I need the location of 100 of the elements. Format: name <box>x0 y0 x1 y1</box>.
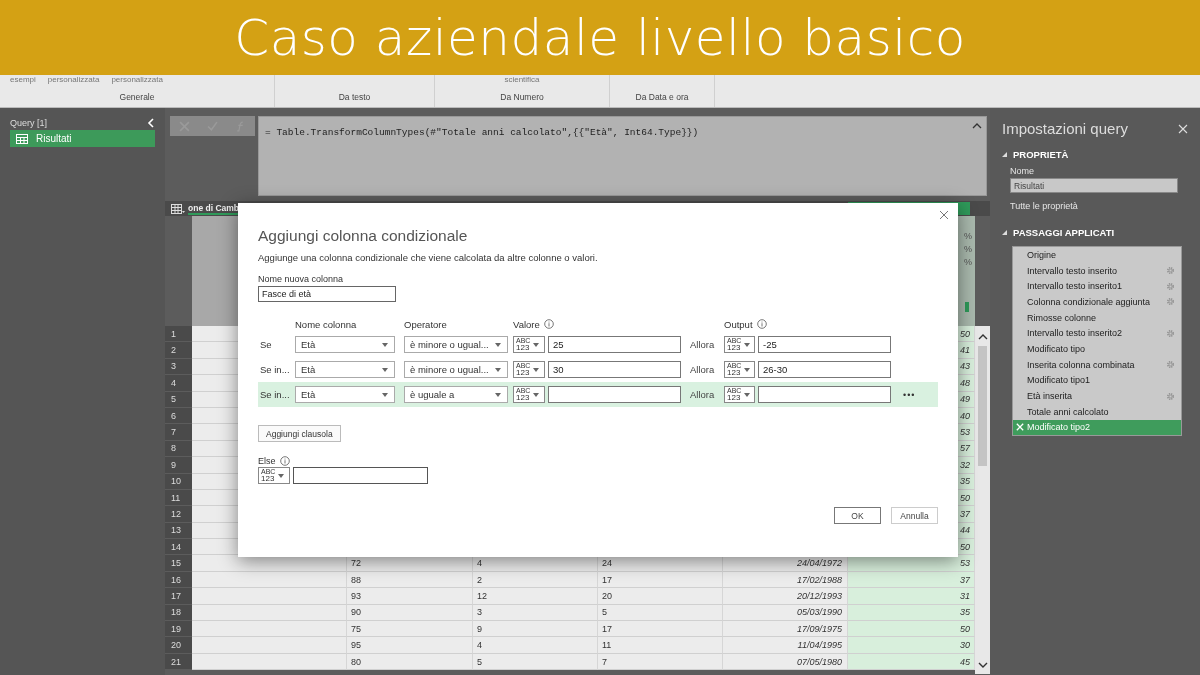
row-number: 7 <box>165 424 192 441</box>
table-icon <box>16 133 28 144</box>
delete-icon[interactable] <box>1016 423 1024 432</box>
table-cell: 9 <box>473 621 598 638</box>
table-cell: 17/09/1975 <box>723 621 848 638</box>
caret-icon <box>495 342 501 347</box>
ribbon-group-label: Da Data e ora <box>635 92 689 102</box>
formula-text: = Table.TransformColumnTypes(#"Totale anni calcolato",{{"Età", Int64.Type}}) <box>265 127 699 138</box>
value-field[interactable] <box>548 386 681 403</box>
applied-step[interactable]: Intervallo testo inserito2 <box>1013 325 1181 342</box>
caret-icon <box>744 392 751 397</box>
table-cell: 4 <box>473 637 598 654</box>
info-icon <box>279 456 290 466</box>
value-field[interactable]: 25 <box>548 336 681 353</box>
table-cell: 11 <box>598 637 723 654</box>
table-cell: 11/04/1995 <box>723 637 848 654</box>
row-number: 20 <box>165 637 192 654</box>
scroll-down-icon[interactable] <box>977 662 988 669</box>
operator-dropdown[interactable]: è minore o ugual... <box>404 361 508 378</box>
applied-step[interactable]: Colonna condizionale aggiunta <box>1013 294 1181 310</box>
applied-step[interactable]: Totale anni calcolato <box>1013 403 1181 420</box>
operator-dropdown[interactable]: è uguale a <box>404 386 508 403</box>
value-field[interactable]: 30 <box>548 361 681 378</box>
caret-icon <box>495 367 501 372</box>
column-dropdown[interactable]: Età <box>295 361 395 378</box>
ribbon-group-label: Da Numero <box>500 92 544 102</box>
applied-step[interactable]: Origine <box>1013 247 1181 263</box>
row-number: 4 <box>165 375 192 392</box>
panel-title: Impostazioni query <box>1002 120 1128 137</box>
add-clause-button[interactable]: Aggiungi clausola <box>258 425 341 442</box>
table-cell: 17 <box>598 621 723 638</box>
applied-step[interactable]: Inserita colonna combinata <box>1013 356 1181 373</box>
else-field[interactable] <box>293 467 428 484</box>
table-menu-icon[interactable] <box>171 203 185 214</box>
more-button[interactable]: ••• <box>903 389 916 400</box>
applied-step[interactable]: Intervallo testo inserito <box>1013 262 1181 279</box>
applied-step[interactable]: Rimosse colonne <box>1013 309 1181 326</box>
row-number: 17 <box>165 588 192 605</box>
expand-icon[interactable] <box>1002 152 1007 157</box>
formula-bar[interactable]: = Table.TransformColumnTypes(#"Totale anni calcolato",{{"Età", Int64.Type}}) <box>258 116 987 196</box>
then-label: Allora <box>690 364 716 375</box>
collapse-icon[interactable] <box>147 118 155 128</box>
applied-step[interactable]: Modificato tipo1 <box>1013 372 1181 389</box>
output-field[interactable]: 26-30 <box>758 361 891 378</box>
applied-step[interactable]: Età inserita <box>1013 388 1181 404</box>
row-number: 12 <box>165 506 192 523</box>
caret-icon <box>744 367 751 372</box>
table-cell: 12 <box>473 588 598 605</box>
ribbon-item[interactable]: scientifica <box>504 75 540 87</box>
column-dropdown[interactable]: Età <box>295 336 395 353</box>
banner-title: Caso aziendale livello basico <box>234 8 966 67</box>
else-label: Else <box>258 456 276 466</box>
column-heading: Operatore <box>404 318 448 330</box>
caret-icon <box>382 392 388 397</box>
column-heading: Valore <box>513 318 540 330</box>
scroll-up-icon[interactable] <box>977 334 988 340</box>
ok-button[interactable]: OK <box>834 507 881 524</box>
table-cell: 93 <box>347 588 473 605</box>
all-properties-link[interactable]: Tutte le proprietà <box>1010 201 1188 211</box>
ribbon-item[interactable]: personalizzata <box>47 75 100 87</box>
caret-icon <box>382 367 388 372</box>
dialog-title: Aggiungi colonna condizionale <box>258 227 468 245</box>
table-cell: 30 <box>848 637 975 654</box>
condition-prefix: Se in... <box>259 364 291 375</box>
table-cell: 31 <box>848 588 975 605</box>
applied-step[interactable]: Modificato tipo <box>1013 341 1181 357</box>
column-heading: Output <box>724 318 753 330</box>
table-cell: 20/12/1993 <box>723 588 848 605</box>
operator-dropdown[interactable]: è minore o ugual... <box>404 336 508 353</box>
output-field[interactable] <box>758 386 891 403</box>
output-field[interactable]: -25 <box>758 336 891 353</box>
quality-percent: % <box>964 230 972 243</box>
row-number: 9 <box>165 457 192 474</box>
column-dropdown[interactable]: Età <box>295 386 395 403</box>
distribution-bar <box>965 302 969 312</box>
then-label: Allora <box>690 389 716 400</box>
applied-step[interactable]: Intervallo testo inserito1 <box>1013 278 1181 295</box>
ribbon-item[interactable]: esempi <box>10 75 36 87</box>
table-cell: 50 <box>848 621 975 638</box>
field-label: Nome <box>1010 166 1035 176</box>
close-icon[interactable] <box>939 210 949 220</box>
caret-icon <box>495 392 501 397</box>
name-field[interactable]: Risultati <box>1010 178 1178 193</box>
table-cell: 75 <box>347 621 473 638</box>
caret-icon <box>744 342 751 347</box>
table-cell: 95 <box>347 637 473 654</box>
query-item[interactable]: Risultati <box>10 130 155 147</box>
column-name-field[interactable]: Fasce di età <box>258 286 396 302</box>
row-number: 2 <box>165 342 192 359</box>
row-number: 1 <box>165 326 192 343</box>
chevron-up-icon[interactable] <box>972 123 982 129</box>
scrollbar[interactable] <box>975 326 990 675</box>
expand-icon[interactable] <box>1002 230 1007 235</box>
ribbon-group-label: Generale <box>119 92 155 102</box>
caret-icon <box>533 367 540 372</box>
scrollbar-thumb[interactable] <box>978 346 987 466</box>
dialog-description: Aggiunge una colonna condizionale che viene calcolata da altre colonne o valori. <box>258 252 598 263</box>
section-heading: PASSAGGI APPLICATI <box>1013 227 1115 238</box>
cancel-button[interactable]: Annulla <box>891 507 938 524</box>
ribbon-item[interactable]: personalizzata <box>111 75 163 87</box>
